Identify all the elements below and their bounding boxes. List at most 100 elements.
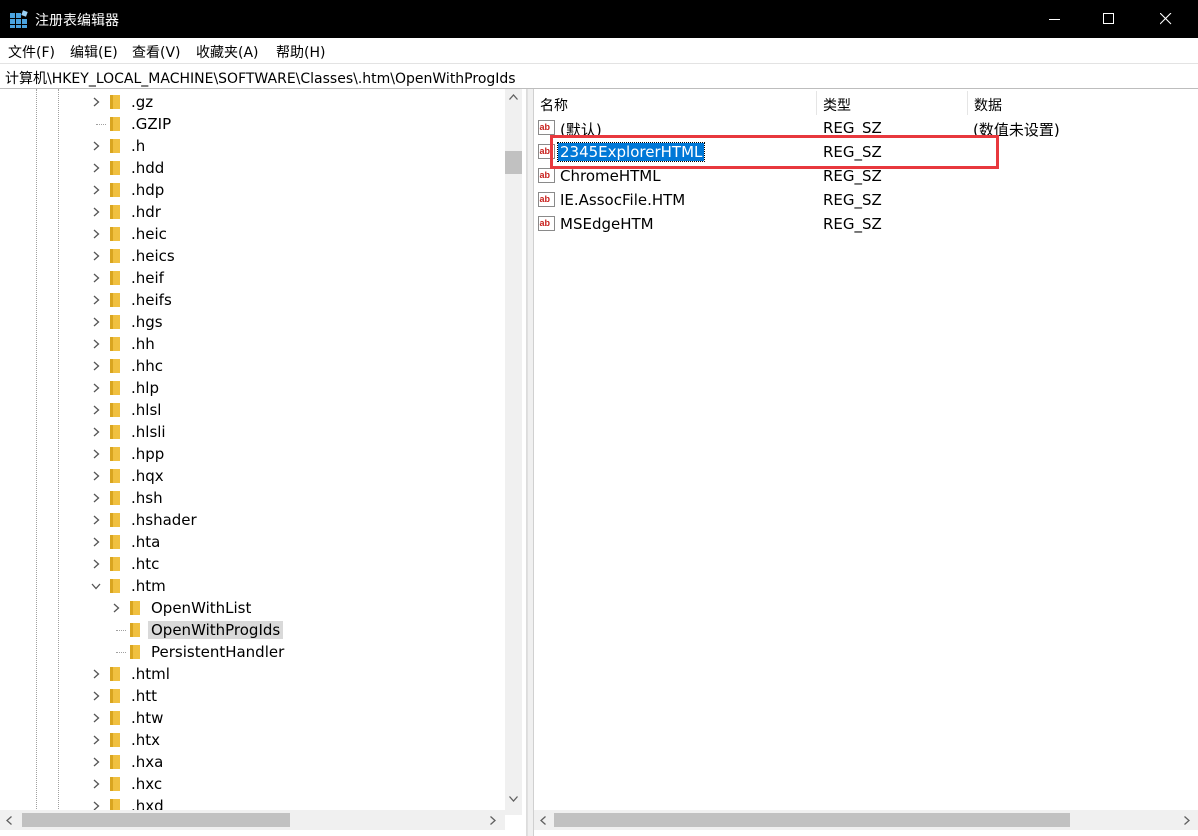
tree-item-label[interactable]: .hdd: [128, 159, 167, 177]
chevron-right-icon[interactable]: [91, 185, 101, 195]
maximize-button[interactable]: [1086, 0, 1132, 38]
tree-horizontal-scrollbar[interactable]: [0, 810, 505, 830]
tree-item-heifs[interactable]: .heifs: [0, 289, 500, 311]
scroll-down-icon[interactable]: [509, 796, 518, 802]
tree-item-label[interactable]: .htt: [128, 687, 160, 705]
tree-vertical-scrollbar[interactable]: [505, 89, 522, 815]
tree-item-label[interactable]: PersistentHandler: [148, 643, 287, 661]
tree-item-gzip[interactable]: .GZIP: [0, 113, 500, 135]
tree-item-label[interactable]: .hxc: [128, 775, 165, 793]
value-row-msedgehtm[interactable]: ab MSEdgeHTM REG_SZ: [534, 212, 1198, 236]
chevron-right-icon[interactable]: [91, 449, 101, 459]
tree-item-heif[interactable]: .heif: [0, 267, 500, 289]
value-list-pane[interactable]: 名称 类型 数据 ab (默认) REG_SZ (数值未设置) ab 2345Explor…: [534, 89, 1198, 836]
tree-item-label[interactable]: .hshader: [128, 511, 200, 529]
tree-item-hsh[interactable]: .hsh: [0, 487, 500, 509]
value-name[interactable]: MSEdgeHTM: [558, 215, 656, 233]
tree-item-hdr[interactable]: .hdr: [0, 201, 500, 223]
tree-item-label[interactable]: .hhc: [128, 357, 166, 375]
tree-item-label[interactable]: OpenWithList: [148, 599, 254, 617]
tree-item-hpp[interactable]: .hpp: [0, 443, 500, 465]
tree-item-label[interactable]: .hpp: [128, 445, 167, 463]
scroll-left-icon[interactable]: [540, 816, 546, 825]
tree-item-htt[interactable]: .htt: [0, 685, 500, 707]
chevron-right-icon[interactable]: [91, 427, 101, 437]
scroll-right-icon[interactable]: [1184, 816, 1190, 825]
tree-item-hdp[interactable]: .hdp: [0, 179, 500, 201]
pane-splitter[interactable]: [527, 89, 534, 836]
scroll-right-icon[interactable]: [490, 816, 496, 825]
tree-item-hta[interactable]: .hta: [0, 531, 500, 553]
tree-item-label[interactable]: .hlsl: [128, 401, 164, 419]
scroll-left-icon[interactable]: [6, 816, 12, 825]
tree-item-hdd[interactable]: .hdd: [0, 157, 500, 179]
tree-item-label[interactable]: .hh: [128, 335, 158, 353]
tree-item-label[interactable]: .hlp: [128, 379, 162, 397]
tree-item-label[interactable]: .hxa: [128, 753, 166, 771]
tree-item-persistenthandler[interactable]: PersistentHandler: [0, 641, 500, 663]
chevron-right-icon[interactable]: [91, 163, 101, 173]
tree-item-label[interactable]: .hlsli: [128, 423, 169, 441]
address-bar[interactable]: 计算机\HKEY_LOCAL_MACHINE\SOFTWARE\Classes\…: [0, 63, 1198, 89]
tree-item-hxc[interactable]: .hxc: [0, 773, 500, 795]
chevron-right-icon[interactable]: [91, 383, 101, 393]
address-path[interactable]: 计算机\HKEY_LOCAL_MACHINE\SOFTWARE\Classes\…: [5, 68, 516, 88]
scroll-up-icon[interactable]: [509, 94, 518, 100]
key-tree-pane[interactable]: .gz .GZIP .h .hdd .hdp .hdr .heic .heics .heif .h…: [0, 89, 527, 836]
tree-item-label[interactable]: .heifs: [128, 291, 175, 309]
tree-item-label[interactable]: OpenWithProgIds: [148, 621, 284, 639]
menu-help[interactable]: 帮助(H): [276, 42, 325, 62]
tree-item-heic[interactable]: .heic: [0, 223, 500, 245]
tree-item-hlsli[interactable]: .hlsli: [0, 421, 500, 443]
tree-item-label[interactable]: .hta: [128, 533, 163, 551]
tree-item-label[interactable]: .hdp: [128, 181, 167, 199]
tree-item-hlsl[interactable]: .hlsl: [0, 399, 500, 421]
chevron-right-icon[interactable]: [91, 339, 101, 349]
chevron-right-icon[interactable]: [91, 691, 101, 701]
tree-item-htc[interactable]: .htc: [0, 553, 500, 575]
tree-item-label[interactable]: .htm: [128, 577, 169, 595]
chevron-right-icon[interactable]: [91, 559, 101, 569]
tree-item-hhc[interactable]: .hhc: [0, 355, 500, 377]
tree-vertical-scroll-thumb[interactable]: [505, 151, 522, 174]
tree-item-openwithprogids[interactable]: OpenWithProgIds: [0, 619, 500, 641]
tree-item-label[interactable]: .hqx: [128, 467, 167, 485]
menu-favorites[interactable]: 收藏夹(A): [196, 42, 259, 62]
chevron-right-icon[interactable]: [91, 471, 101, 481]
chevron-right-icon[interactable]: [91, 779, 101, 789]
menu-file[interactable]: 文件(F): [8, 42, 55, 62]
chevron-right-icon[interactable]: [91, 273, 101, 283]
list-horizontal-scrollbar[interactable]: [534, 810, 1198, 830]
tree-item-label[interactable]: .hgs: [128, 313, 166, 331]
tree-item-label[interactable]: .heics: [128, 247, 178, 265]
chevron-right-icon[interactable]: [91, 713, 101, 723]
chevron-right-icon[interactable]: [91, 735, 101, 745]
tree-item-label[interactable]: .h: [128, 137, 148, 155]
tree-item-heics[interactable]: .heics: [0, 245, 500, 267]
tree-item-htw[interactable]: .htw: [0, 707, 500, 729]
chevron-right-icon[interactable]: [91, 207, 101, 217]
tree-item-label[interactable]: .gz: [128, 93, 156, 111]
chevron-right-icon[interactable]: [91, 251, 101, 261]
value-row-ie-assocfile-htm[interactable]: ab IE.AssocFile.HTM REG_SZ: [534, 188, 1198, 212]
chevron-down-icon[interactable]: [91, 581, 101, 591]
tree-item-label[interactable]: .hsh: [128, 489, 166, 507]
menu-view[interactable]: 查看(V): [132, 42, 181, 62]
chevron-right-icon[interactable]: [91, 515, 101, 525]
tree-item-hgs[interactable]: .hgs: [0, 311, 500, 333]
tree-item-hh[interactable]: .hh: [0, 333, 500, 355]
chevron-right-icon[interactable]: [91, 757, 101, 767]
tree-item-hlp[interactable]: .hlp: [0, 377, 500, 399]
minimize-button[interactable]: [1032, 0, 1078, 38]
menu-edit[interactable]: 编辑(E): [70, 42, 118, 62]
column-header-data[interactable]: 数据: [968, 89, 1198, 117]
value-name[interactable]: ChromeHTML: [558, 167, 663, 185]
chevron-right-icon[interactable]: [91, 97, 101, 107]
tree-item-openwithlist[interactable]: OpenWithList: [0, 597, 500, 619]
tree-item-hqx[interactable]: .hqx: [0, 465, 500, 487]
tree-item-label[interactable]: .hdr: [128, 203, 164, 221]
tree-item-hxa[interactable]: .hxa: [0, 751, 500, 773]
tree-item-label[interactable]: .heif: [128, 269, 167, 287]
chevron-right-icon[interactable]: [91, 537, 101, 547]
column-header-name[interactable]: 名称: [534, 89, 816, 117]
